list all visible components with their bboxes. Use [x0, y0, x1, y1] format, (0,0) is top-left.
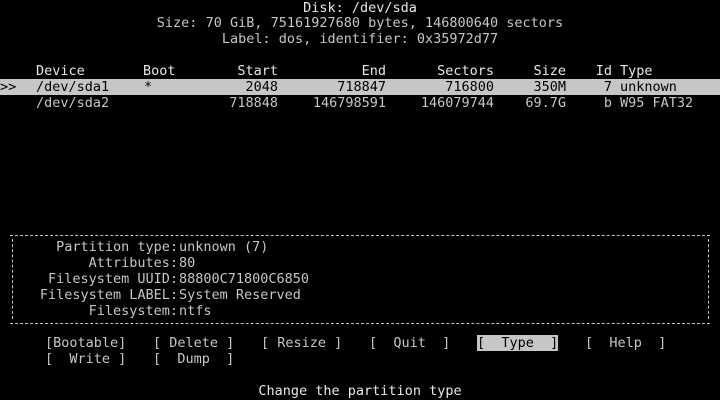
- disk-size-info: Size: 70 GiB, 75161927680 bytes, 1468006…: [156, 15, 564, 31]
- partition-id: b: [603, 95, 612, 111]
- detail-attributes: Attributes: 80: [10, 255, 710, 271]
- detail-value: 80: [179, 255, 196, 271]
- detail-value: ntfs: [179, 303, 212, 319]
- partition-device: /dev/sda2: [36, 95, 110, 111]
- delete-button[interactable]: [ Delete ]: [153, 335, 234, 351]
- partition-start: 718848: [229, 95, 278, 111]
- detail-filesystem-label: Filesystem LABEL: System Reserved: [10, 287, 710, 303]
- details-border-bottom: [10, 323, 710, 324]
- partition-size: 69.7G: [525, 95, 566, 111]
- dump-button[interactable]: [ Dump ]: [153, 351, 234, 367]
- status-hint: Change the partition type: [258, 383, 462, 399]
- detail-key: Attributes:: [88, 255, 178, 271]
- partition-boot-flag: *: [144, 79, 153, 95]
- detail-filesystem-uuid: Filesystem UUID: 88800C71800C6850: [10, 271, 710, 287]
- column-header-start: Start: [237, 63, 278, 79]
- column-header-boot: Boot: [143, 63, 176, 79]
- details-border-top: [10, 235, 710, 236]
- detail-value: System Reserved: [179, 287, 301, 303]
- partition-type: W95 FAT32: [620, 95, 694, 111]
- partition-id: 7: [603, 79, 612, 95]
- column-header-size: Size: [533, 63, 566, 79]
- column-header-device: Device: [36, 63, 85, 79]
- partition-row[interactable]: /dev/sda2 718848 146798591 146079744 69.…: [0, 95, 720, 111]
- column-header-id: Id: [595, 63, 612, 79]
- detail-filesystem: Filesystem: ntfs: [10, 303, 710, 319]
- detail-key: Filesystem LABEL:: [39, 287, 178, 303]
- quit-button[interactable]: [ Quit ]: [369, 335, 450, 351]
- disk-title: Disk: /dev/sda: [303, 0, 417, 16]
- help-button[interactable]: [ Help ]: [585, 335, 666, 351]
- selection-marker: >>: [0, 79, 17, 95]
- partition-sectors: 146079744: [420, 95, 494, 111]
- detail-key: Filesystem UUID:: [47, 271, 178, 287]
- partition-size: 350M: [533, 79, 566, 95]
- column-header-sectors: Sectors: [437, 63, 494, 79]
- partition-type: unknown: [620, 79, 677, 95]
- partition-row[interactable]: >> /dev/sda1 * 2048 718847 716800 350M 7…: [0, 79, 720, 95]
- detail-key: Partition type:: [56, 239, 178, 255]
- column-header-type: Type: [620, 63, 653, 79]
- detail-value: unknown (7): [179, 239, 269, 255]
- partition-details-panel: Partition type: unknown (7) Attributes: …: [10, 231, 710, 327]
- detail-value: 88800C71800C6850: [179, 271, 310, 287]
- bootable-button[interactable]: [Bootable]: [45, 335, 126, 351]
- disk-label-info: Label: dos, identifier: 0x35972d77: [221, 31, 499, 47]
- partition-end: 146798591: [312, 95, 386, 111]
- resize-button[interactable]: [ Resize ]: [261, 335, 342, 351]
- detail-partition-type: Partition type: unknown (7): [10, 239, 710, 255]
- partition-end: 718847: [337, 79, 386, 95]
- write-button[interactable]: [ Write ]: [45, 351, 126, 367]
- partition-start: 2048: [245, 79, 278, 95]
- type-button[interactable]: [ Type ]: [477, 335, 559, 351]
- detail-key: Filesystem:: [88, 303, 178, 319]
- partition-device: /dev/sda1: [36, 79, 110, 95]
- column-header-end: End: [361, 63, 386, 79]
- partition-sectors: 716800: [445, 79, 494, 95]
